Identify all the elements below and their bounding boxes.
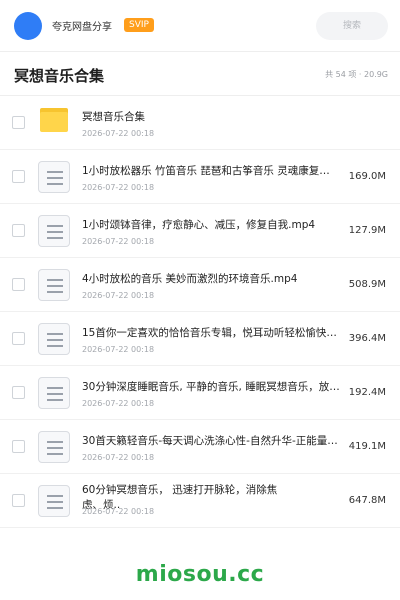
- search-input[interactable]: 搜索: [316, 12, 388, 40]
- avatar[interactable]: [14, 12, 42, 40]
- item-name: 30首天籁轻音乐-每天调心洗涤心性-自然升华-正能量音乐: [82, 435, 340, 447]
- folder-stats: 共 54 项 · 20.9G: [325, 70, 388, 79]
- row-checkbox[interactable]: [12, 440, 25, 453]
- item-size: 508.9M: [348, 279, 386, 290]
- file-icon: [38, 269, 70, 301]
- file-icon: [38, 215, 70, 247]
- file-icon: [38, 377, 70, 409]
- row-checkbox[interactable]: [12, 386, 25, 399]
- item-name: 15首你一定喜欢的恰恰音乐专辑，悦耳动听轻松愉快，舒缓身心: [82, 327, 340, 339]
- list-item[interactable]: 30首天籁轻音乐-每天调心洗涤心性-自然升华-正能量音乐 2026-07-22 …: [0, 420, 400, 474]
- share-owner-name: 夸克网盘分享: [52, 22, 112, 33]
- row-checkbox[interactable]: [12, 224, 25, 237]
- list-item[interactable]: 15首你一定喜欢的恰恰音乐专辑，悦耳动听轻松愉快，舒缓身心 2026-07-22…: [0, 312, 400, 366]
- item-date: 2026-07-22 00:18: [82, 291, 155, 300]
- item-size: 396.4M: [348, 333, 386, 344]
- item-size: 127.9M: [348, 225, 386, 236]
- item-name: 4小时放松的音乐 美妙而激烈的环境音乐.mp4: [82, 273, 298, 285]
- row-checkbox[interactable]: [12, 116, 25, 129]
- file-icon: [38, 431, 70, 463]
- file-list: 冥想音乐合集 2026-07-22 00:18 1小时放松器乐 竹笛音乐 琵琶和…: [0, 96, 400, 528]
- list-item[interactable]: 冥想音乐合集 2026-07-22 00:18: [0, 96, 400, 150]
- row-checkbox[interactable]: [12, 170, 25, 183]
- list-item[interactable]: 4小时放松的音乐 美妙而激烈的环境音乐.mp4 2026-07-22 00:18…: [0, 258, 400, 312]
- svip-badge: SVIP: [124, 18, 154, 32]
- item-name: 1小时放松器乐 竹笛音乐 琵琶和古筝音乐 灵魂康复、减压: [82, 165, 340, 177]
- item-date: 2026-07-22 00:18: [82, 237, 155, 246]
- item-size: 647.8M: [348, 495, 386, 506]
- list-item[interactable]: 30分钟深度睡眠音乐, 平静的音乐, 睡眠冥想音乐，放松音乐 2026-07-2…: [0, 366, 400, 420]
- item-date: 2026-07-22 00:18: [82, 345, 155, 354]
- header-bar: 夸克网盘分享 SVIP 搜索: [0, 0, 400, 52]
- file-icon: [38, 323, 70, 355]
- item-date: 2026-07-22 00:18: [82, 507, 155, 516]
- list-item[interactable]: 60分钟冥想音乐， 迅速打开脉轮，消除焦虑、烦.. 2026-07-22 00:…: [0, 474, 400, 528]
- row-checkbox[interactable]: [12, 332, 25, 345]
- item-date: 2026-07-22 00:18: [82, 453, 155, 462]
- item-date: 2026-07-22 00:18: [82, 129, 155, 138]
- row-checkbox[interactable]: [12, 494, 25, 507]
- page-title: 冥想音乐合集: [14, 67, 105, 85]
- watermark: miosou.cc: [135, 562, 265, 587]
- list-item[interactable]: 1小时放松器乐 竹笛音乐 琵琶和古筝音乐 灵魂康复、减压 2026-07-22 …: [0, 150, 400, 204]
- item-date: 2026-07-22 00:18: [82, 183, 155, 192]
- file-icon: [38, 485, 70, 517]
- item-name: 30分钟深度睡眠音乐, 平静的音乐, 睡眠冥想音乐，放松音乐: [82, 381, 340, 393]
- item-size: 192.4M: [348, 387, 386, 398]
- row-checkbox[interactable]: [12, 278, 25, 291]
- item-size: 419.1M: [348, 441, 386, 452]
- item-size: 169.0M: [348, 171, 386, 182]
- item-name: 1小时颂钵音律，疗愈静心、减压，修复自我.mp4: [82, 219, 316, 231]
- item-name: 冥想音乐合集: [82, 111, 145, 123]
- item-date: 2026-07-22 00:18: [82, 399, 155, 408]
- file-icon: [38, 161, 70, 193]
- folder-header: 冥想音乐合集 共 54 项 · 20.9G: [0, 52, 400, 96]
- folder-icon: [40, 108, 68, 132]
- list-item[interactable]: 1小时颂钵音律，疗愈静心、减压，修复自我.mp4 2026-07-22 00:1…: [0, 204, 400, 258]
